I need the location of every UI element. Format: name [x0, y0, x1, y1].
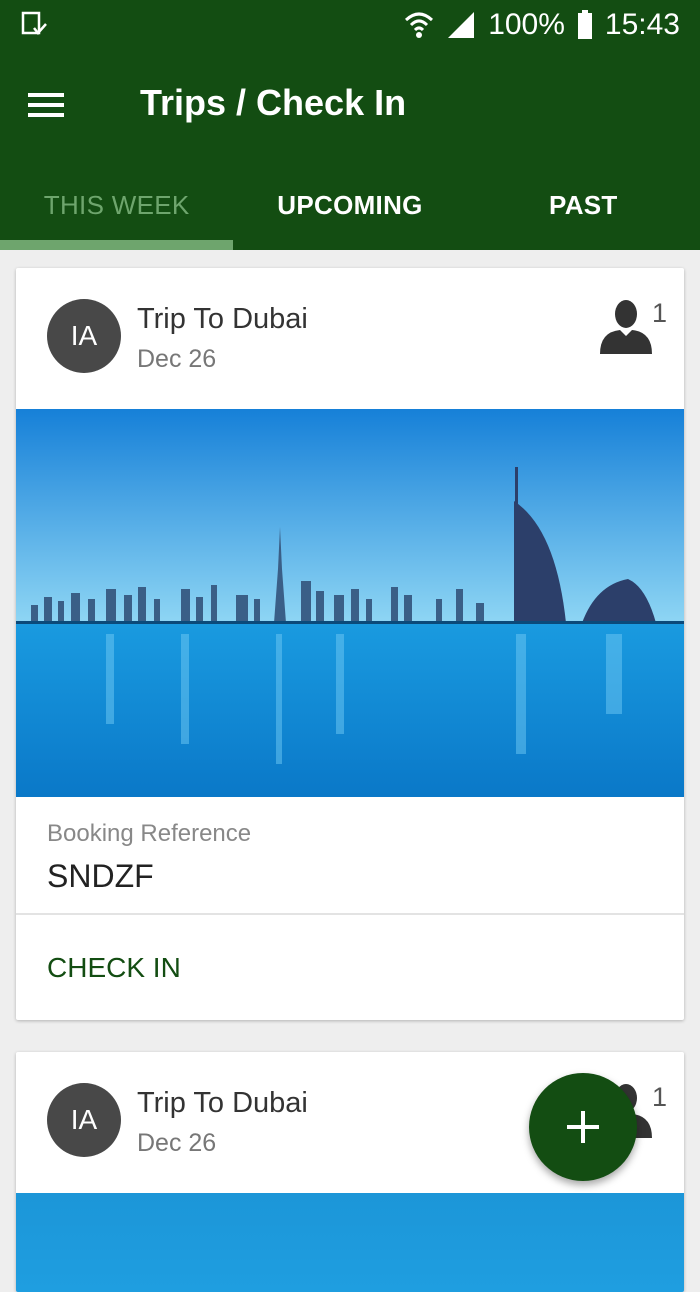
trip-title: Trip To Dubai [137, 1087, 308, 1119]
download-notification-icon [21, 11, 47, 35]
trip-title: Trip To Dubai [137, 303, 308, 335]
signal-icon [448, 12, 475, 38]
dubai-skyline-image [16, 1193, 684, 1292]
plus-icon [567, 1111, 599, 1143]
trip-card[interactable]: IA Trip To Dubai Dec 26 1 [16, 268, 684, 1020]
clock: 15:43 [604, 8, 680, 41]
wifi-icon [405, 12, 434, 38]
check-in-button[interactable]: CHECK IN [47, 952, 181, 984]
tab-this-week[interactable]: THIS WEEK [0, 160, 233, 250]
person-icon [600, 300, 652, 354]
dubai-skyline-image [16, 409, 684, 797]
add-trip-button[interactable] [529, 1073, 637, 1181]
traveller-count: 1 [652, 298, 668, 328]
booking-reference-value: SNDZF [47, 858, 154, 894]
trip-card-header: IA Trip To Dubai Dec 26 1 [16, 268, 684, 409]
tab-upcoming[interactable]: UPCOMING [233, 160, 466, 250]
booking-reference-label: Booking Reference [47, 820, 252, 847]
tab-indicator [0, 240, 233, 250]
trip-date: Dec 26 [137, 1129, 217, 1157]
battery-percent: 100% [488, 8, 565, 41]
traveller-count: 1 [652, 1082, 668, 1112]
page-title: Trips / Check In [140, 82, 407, 123]
toolbar: Trips / Check In [0, 50, 700, 160]
trip-date: Dec 26 [137, 345, 217, 373]
hamburger-menu-icon[interactable] [18, 80, 74, 130]
tab-bar: THIS WEEK UPCOMING PAST [0, 160, 700, 250]
app-bar: 100% 15:43 Trips / Check In THIS WEEK UP… [0, 0, 700, 250]
avatar: IA [47, 1083, 121, 1157]
divider [16, 913, 684, 915]
status-bar: 100% 15:43 [0, 0, 700, 50]
tab-past[interactable]: PAST [467, 160, 700, 250]
battery-icon [577, 10, 592, 39]
avatar: IA [47, 299, 121, 373]
